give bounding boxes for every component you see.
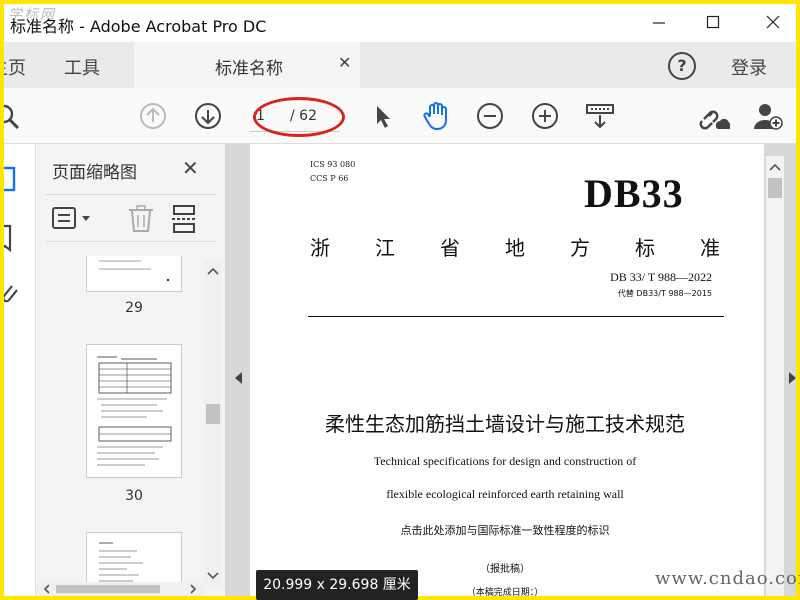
heading-char: 方	[570, 236, 590, 260]
heading-char: 浙	[310, 236, 330, 260]
thumbnail-scroll-thumb[interactable]	[206, 404, 220, 424]
ics-number: ICS 93 080	[310, 160, 356, 169]
attachment-icon[interactable]	[4, 280, 20, 314]
page-display-icon[interactable]	[584, 100, 616, 132]
document-scroll-thumb[interactable]	[768, 178, 782, 198]
thumbnail-pane: 页面缩略图 ✕ 29 30	[36, 144, 226, 596]
replaces-standard: 代替 DB33/T 988—2015	[617, 289, 712, 298]
thumbnail-page-30[interactable]	[86, 344, 182, 478]
thumbnail-list: 29 30	[36, 256, 204, 596]
insert-page-icon[interactable]	[172, 205, 198, 237]
ccs-number: CCS P 66	[310, 174, 349, 183]
collapse-right-pane-icon[interactable]	[788, 370, 796, 389]
scroll-up-icon[interactable]	[204, 264, 222, 278]
next-page-icon[interactable]	[192, 100, 224, 132]
thumbnail-pane-title: 页面缩略图	[52, 163, 137, 183]
maximize-button[interactable]	[698, 10, 728, 34]
close-window-button[interactable]	[758, 10, 788, 34]
doc-scroll-up-icon[interactable]	[766, 160, 784, 174]
heading-char: 江	[375, 236, 395, 260]
heading-char: 地	[505, 236, 525, 260]
thumbnail-page-29[interactable]	[86, 256, 182, 292]
add-user-icon[interactable]	[752, 100, 784, 132]
standard-number: DB 33/ T 988—2022	[610, 270, 712, 284]
heading-char: 准	[700, 236, 720, 260]
minimize-button[interactable]	[644, 10, 674, 34]
chinese-title: 柔性生态加筋挡土墙设计与施工技术规范	[325, 412, 685, 436]
english-title-line-2: flexible ecological reinforced earth ret…	[386, 487, 624, 501]
tab-bar: 主页 工具 标准名称 ✕ ? 登录	[4, 42, 796, 88]
bookmarks-icon[interactable]	[4, 224, 20, 258]
heading-char: 标	[635, 236, 655, 260]
page-thumbnails-icon[interactable]	[4, 166, 20, 200]
heading-char: 省	[440, 236, 460, 260]
tab-home[interactable]: 主页	[4, 54, 26, 80]
delete-page-icon[interactable]	[128, 205, 154, 237]
site-watermark: www.cndao.com	[655, 568, 800, 589]
window-title: 标准名称 - Adobe Acrobat Pro DC	[10, 17, 267, 36]
left-rail	[4, 144, 36, 596]
thumbnail-options-icon[interactable]	[52, 206, 96, 236]
page-dimensions: 20.999 x 29.698 厘米	[256, 570, 418, 600]
search-icon[interactable]	[4, 100, 26, 132]
scroll-down-icon[interactable]	[204, 568, 222, 582]
scroll-right-icon[interactable]	[186, 582, 200, 596]
province-standard-heading: 浙 江 省 地 方 标 准	[310, 232, 720, 261]
previous-page-icon[interactable]	[137, 100, 169, 132]
thumbnail-tools	[46, 194, 216, 242]
thumbnail-number: 30	[125, 488, 143, 504]
ics-code: ICS 93 080 CCS P 66	[310, 158, 355, 186]
scroll-left-icon[interactable]	[40, 582, 54, 596]
close-pane-icon[interactable]: ✕	[182, 156, 199, 180]
thumbnail-hscroll-thumb[interactable]	[56, 585, 160, 593]
select-arrow-icon[interactable]	[366, 100, 398, 132]
document-view: ICS 93 080 CCS P 66 DB33 浙 江 省 地 方 标 准 D…	[226, 144, 796, 596]
thumbnail-hscrollbar[interactable]	[36, 582, 204, 596]
tab-document[interactable]: 标准名称 ✕	[134, 42, 360, 88]
hand-tool-icon[interactable]	[420, 100, 452, 132]
close-tab-icon[interactable]: ✕	[338, 53, 351, 72]
tab-document-label: 标准名称	[215, 59, 283, 79]
help-icon[interactable]: ?	[668, 52, 696, 80]
thumbnail-number: 29	[125, 300, 143, 316]
tab-tools[interactable]: 工具	[64, 54, 100, 80]
zoom-out-icon[interactable]	[474, 100, 506, 132]
highlight-circle	[253, 97, 345, 137]
acrobat-window: 学标网 标准名称 - Adobe Acrobat Pro DC 主页 工具 标准…	[4, 4, 796, 596]
standard-logo: DB33	[584, 171, 684, 216]
login-button[interactable]: 登录	[731, 54, 767, 80]
toolbar: / 62	[4, 88, 796, 144]
title-bar: 学标网 标准名称 - Adobe Acrobat Pro DC	[4, 4, 796, 42]
international-consistency-note: 点击此处添加与国际标准一致性程度的标识	[400, 524, 610, 537]
share-link-icon[interactable]	[698, 100, 730, 132]
collapse-left-pane-icon[interactable]	[234, 370, 244, 389]
thumbnail-scrollbar[interactable]	[204, 260, 222, 586]
english-title-line-1: Technical specifications for design and …	[373, 454, 637, 468]
document-page: ICS 93 080 CCS P 66 DB33 浙 江 省 地 方 标 准 D…	[250, 144, 764, 596]
zoom-in-icon[interactable]	[529, 100, 561, 132]
header-rule	[308, 316, 724, 317]
document-scrollbar[interactable]	[766, 156, 784, 596]
